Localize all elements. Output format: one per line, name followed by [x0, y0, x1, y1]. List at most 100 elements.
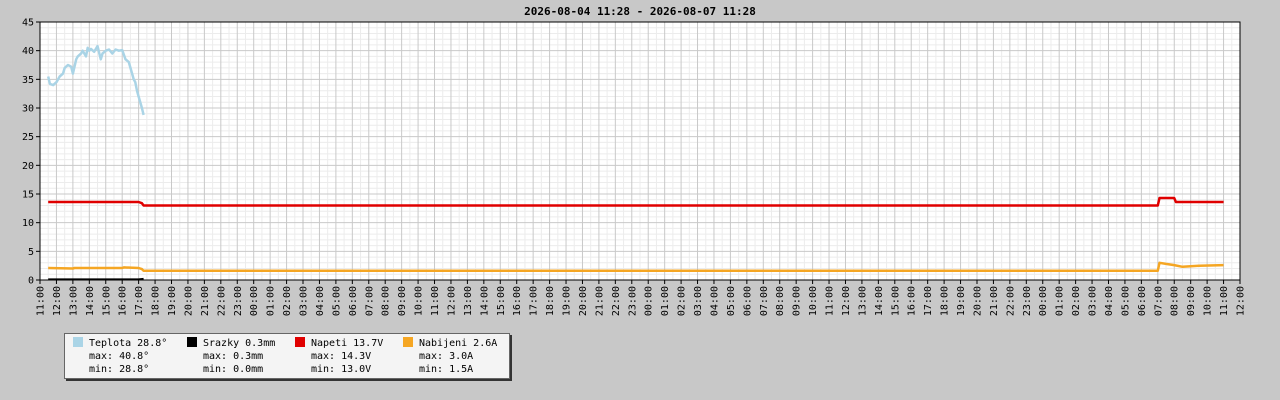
x-tick-label: 12:00: [1236, 286, 1247, 316]
legend-swatch-nabijeni: [403, 337, 413, 347]
legend-min-teplota: min: 28.8°: [89, 364, 150, 375]
legend-max-teplota: max: 40.8°: [89, 351, 150, 362]
legend-swatch-napeti: [295, 337, 305, 347]
legend: Teplota 28.8° max: 40.8° min: 28.8° Sraz…: [64, 333, 510, 379]
legend-max-nabijeni: max: 3.0A: [419, 351, 474, 362]
x-tick-label: 11:00: [36, 286, 47, 316]
x-tick-label: 01:00: [660, 286, 671, 316]
x-tick-label: 12:00: [446, 286, 457, 316]
x-tick-label: 20:00: [183, 286, 194, 316]
x-tick-label: 06:00: [742, 286, 753, 316]
x-tick-label: 01:00: [1055, 286, 1066, 316]
x-tick-label: 23:00: [1022, 286, 1033, 316]
x-tick-label: 02:00: [1071, 286, 1082, 316]
x-tick-label: 10:00: [1203, 286, 1214, 316]
x-tick-label: 20:00: [972, 286, 983, 316]
x-tick-label: 21:00: [594, 286, 605, 316]
x-tick-label: 08:00: [1170, 286, 1181, 316]
x-tick-label: 15:00: [890, 286, 901, 316]
x-tick-label: 16:00: [118, 286, 129, 316]
x-tick-label: 07:00: [759, 286, 770, 316]
x-tick-label: 14:00: [85, 286, 96, 316]
x-tick-label: 01:00: [266, 286, 277, 316]
y-tick-label: 0: [28, 276, 34, 287]
y-axis: 0 5 10 15 20 25 30 35 40 45: [22, 18, 40, 287]
x-tick-label: 22:00: [1005, 286, 1016, 316]
x-tick-label: 18:00: [545, 286, 556, 316]
x-tick-label: 02:00: [282, 286, 293, 316]
legend-label-srazky: Srazky 0.3mm: [203, 338, 276, 349]
x-tick-label: 14:00: [479, 286, 490, 316]
y-tick-label: 40: [22, 46, 34, 57]
legend-label-napeti: Napeti 13.7V: [311, 338, 384, 349]
x-tick-label: 04:00: [709, 286, 720, 316]
x-tick-label: 22:00: [216, 286, 227, 316]
y-tick-label: 25: [22, 132, 34, 143]
chart-title: 2026-08-04 11:28 - 2026-08-07 11:28: [524, 5, 756, 18]
x-tick-label: 17:00: [529, 286, 540, 316]
x-tick-label: 17:00: [923, 286, 934, 316]
legend-min-napeti: min: 13.0V: [311, 364, 372, 375]
legend-label-nabijeni: Nabijeni 2.6A: [419, 338, 498, 349]
x-tick-label: 06:00: [348, 286, 359, 316]
x-tick-label: 19:00: [167, 286, 178, 316]
y-tick-label: 35: [22, 75, 34, 86]
legend-max-srazky: max: 0.3mm: [203, 351, 264, 362]
x-tick-label: 15:00: [496, 286, 507, 316]
x-tick-label: 10:00: [808, 286, 819, 316]
x-tick-label: 14:00: [874, 286, 885, 316]
x-tick-label: 11:00: [430, 286, 441, 316]
x-tick-label: 19:00: [562, 286, 573, 316]
y-tick-label: 20: [22, 161, 34, 172]
x-tick-label: 22:00: [611, 286, 622, 316]
x-tick-label: 23:00: [233, 286, 244, 316]
x-tick-label: 03:00: [693, 286, 704, 316]
x-tick-label: 09:00: [792, 286, 803, 316]
x-tick-label: 15:00: [101, 286, 112, 316]
x-tick-label: 10:00: [414, 286, 425, 316]
x-tick-label: 03:00: [299, 286, 310, 316]
x-tick-label: 00:00: [249, 286, 260, 316]
x-tick-label: 08:00: [775, 286, 786, 316]
legend-label-teplota: Teplota 28.8°: [89, 338, 168, 349]
x-tick-label: 16:00: [907, 286, 918, 316]
x-tick-label: 13:00: [463, 286, 474, 316]
legend-max-napeti: max: 14.3V: [311, 351, 372, 362]
x-tick-label: 23:00: [627, 286, 638, 316]
x-tick-label: 05:00: [331, 286, 342, 316]
x-tick-label: 00:00: [1038, 286, 1049, 316]
x-axis: 11:00 12:00 13:00 14:00 15:00 16:00 17:00 18:00…: [36, 280, 1247, 316]
y-tick-label: 45: [22, 18, 34, 29]
legend-item-teplota: Teplota 28.8° max: 40.8° min: 28.8°: [73, 337, 183, 376]
x-tick-label: 18:00: [940, 286, 951, 316]
legend-min-nabijeni: min: 1.5A: [419, 364, 474, 375]
legend-item-srazky: Srazky 0.3mm max: 0.3mm min: 0.0mm: [187, 337, 297, 376]
x-tick-label: 06:00: [1137, 286, 1148, 316]
x-tick-label: 07:00: [1153, 286, 1164, 316]
x-tick-label: 18:00: [151, 286, 162, 316]
legend-item-napeti: Napeti 13.7V max: 14.3V min: 13.0V: [295, 337, 405, 376]
x-tick-label: 09:00: [397, 286, 408, 316]
x-tick-label: 07:00: [364, 286, 375, 316]
y-tick-label: 10: [22, 218, 34, 229]
x-tick-label: 05:00: [1120, 286, 1131, 316]
x-tick-label: 12:00: [52, 286, 63, 316]
legend-swatch-srazky: [187, 337, 197, 347]
x-tick-label: 16:00: [512, 286, 523, 316]
x-tick-label: 12:00: [841, 286, 852, 316]
x-tick-label: 21:00: [200, 286, 211, 316]
x-tick-label: 08:00: [381, 286, 392, 316]
x-tick-label: 13:00: [68, 286, 79, 316]
x-tick-label: 09:00: [1186, 286, 1197, 316]
series-line-1: [48, 277, 144, 281]
legend-item-nabijeni: Nabijeni 2.6A max: 3.0A min: 1.5A: [403, 337, 513, 376]
y-tick-label: 30: [22, 104, 34, 115]
x-tick-label: 20:00: [578, 286, 589, 316]
x-tick-label: 02:00: [677, 286, 688, 316]
x-tick-label: 11:00: [825, 286, 836, 316]
x-tick-label: 05:00: [726, 286, 737, 316]
x-tick-label: 13:00: [857, 286, 868, 316]
legend-swatch-teplota: [73, 337, 83, 347]
x-tick-label: 19:00: [956, 286, 967, 316]
x-tick-label: 11:00: [1219, 286, 1230, 316]
